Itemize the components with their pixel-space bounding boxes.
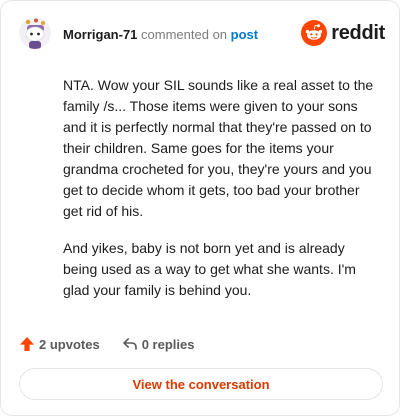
- upvote-stat[interactable]: 2 upvotes: [19, 336, 100, 352]
- view-conversation-button[interactable]: View the conversation: [19, 368, 383, 400]
- reply-arrow-icon: [122, 338, 137, 350]
- action-text: commented on: [141, 27, 228, 42]
- upvote-arrow-icon: [20, 337, 34, 351]
- comment-stats: 2 upvotes 0 replies: [19, 335, 194, 353]
- comment-paragraph: NTA. Wow your SIL sounds like a real ass…: [63, 77, 374, 219]
- snoo-avatar-icon: [19, 17, 51, 49]
- comment-meta: Morrigan-71 commented on post: [63, 27, 258, 42]
- upvote-count: 2 upvotes: [39, 336, 100, 352]
- reddit-wordmark: reddit: [331, 21, 385, 44]
- reply-count: 0 replies: [141, 336, 195, 352]
- reddit-logo[interactable]: reddit: [301, 19, 385, 47]
- username[interactable]: Morrigan-71: [63, 27, 137, 42]
- reddit-logo-icon: [301, 20, 328, 46]
- comment-header: Morrigan-71 commented on post reddit: [19, 17, 385, 51]
- post-link[interactable]: post: [231, 27, 258, 42]
- avatar[interactable]: [19, 17, 51, 49]
- comment-card: Morrigan-71 commented on post reddit NTA…: [0, 0, 400, 416]
- comment-body: NTA. Wow your SIL sounds like a real ass…: [63, 75, 379, 317]
- reply-stat[interactable]: 0 replies: [122, 336, 195, 352]
- comment-paragraph: And yikes, baby is not born yet and is a…: [63, 240, 356, 298]
